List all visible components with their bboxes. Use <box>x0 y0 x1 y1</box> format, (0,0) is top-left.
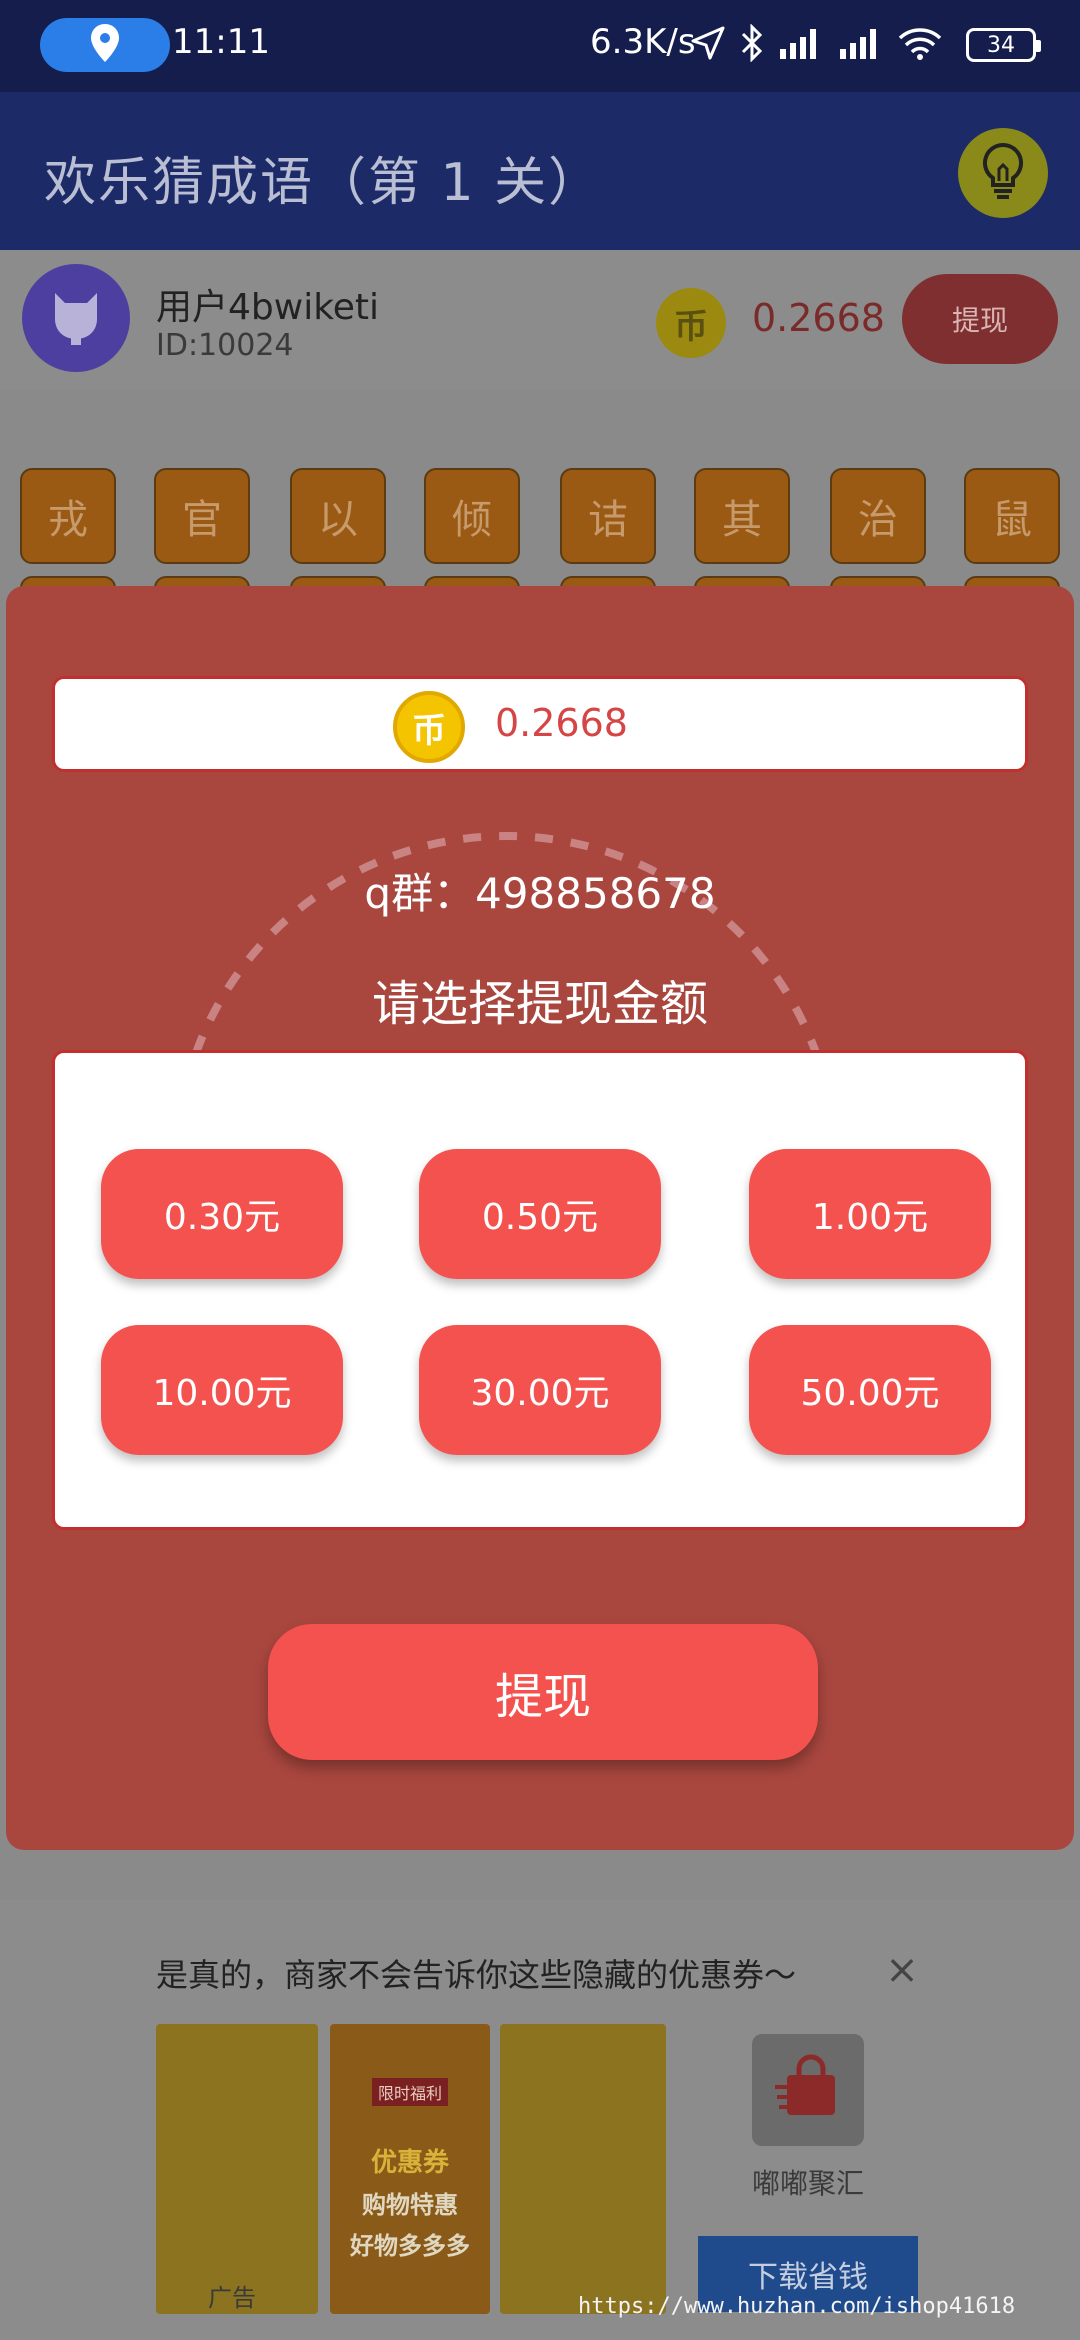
ad-image-text: 购物特惠 <box>362 2190 458 2219</box>
amount-option[interactable]: 30.00元 <box>419 1325 661 1455</box>
bluetooth-icon <box>740 23 764 66</box>
withdraw-modal: 币 0.2668 q群：498858678 请选择提现金额 0.30元 0.50… <box>6 586 1074 1850</box>
lightbulb-icon <box>978 141 1028 205</box>
username: 用户4bwiketi <box>156 287 380 328</box>
close-icon[interactable]: × <box>882 1950 922 1990</box>
status-bar: 11:11 6.3K/s 34 <box>0 0 1080 92</box>
watermark-url: https://www.huzhan.com/ishop41618 <box>578 2294 1016 2319</box>
amount-option[interactable]: 50.00元 <box>749 1325 991 1455</box>
hint-button[interactable] <box>958 128 1048 218</box>
amount-panel: 0.30元 0.50元 1.00元 10.00元 30.00元 50.00元 <box>52 1050 1028 1530</box>
wifi-icon <box>898 26 942 64</box>
ad-label: 广告 <box>208 2284 256 2312</box>
idiom-char-cell[interactable]: 鼠 <box>964 468 1060 564</box>
ad-image-text: 好物多多多 <box>350 2231 470 2260</box>
cat-icon <box>45 285 107 351</box>
clock: 11:11 <box>172 22 270 62</box>
signal-icon <box>838 27 884 63</box>
balance-value: 0.2668 <box>752 296 885 340</box>
app-bar: 欢乐猜成语（第 1 关） <box>0 92 1080 250</box>
ad-text: 是真的，商家不会告诉你这些隐藏的优惠券～ <box>156 1956 797 1994</box>
status-icons <box>690 18 942 72</box>
coin-icon: 币 <box>656 288 726 358</box>
qq-group-text: q群：498858678 <box>364 869 716 918</box>
idiom-char-cell[interactable]: 以 <box>290 468 386 564</box>
idiom-char-cell[interactable]: 戎 <box>20 468 116 564</box>
user-id: ID:10024 <box>156 328 294 363</box>
ad-image[interactable] <box>156 2024 318 2314</box>
withdraw-button-top[interactable]: 提现 <box>902 274 1058 364</box>
choose-amount-label: 请选择提现金额 <box>371 976 708 1032</box>
amount-option[interactable]: 1.00元 <box>749 1149 991 1279</box>
shopping-bag-icon <box>773 2053 843 2127</box>
ad-image[interactable] <box>500 2024 666 2314</box>
amount-option[interactable]: 10.00元 <box>101 1325 343 1455</box>
withdraw-button[interactable]: 提现 <box>268 1624 818 1760</box>
ad-logo <box>752 2034 864 2146</box>
page-title: 欢乐猜成语（第 1 关） <box>44 153 603 213</box>
ad-banner[interactable]: 是真的，商家不会告诉你这些隐藏的优惠券～ × 限时福利 优惠券 购物特惠 好物多… <box>0 1900 1080 2340</box>
ad-image[interactable]: 限时福利 优惠券 购物特惠 好物多多多 <box>330 2024 490 2314</box>
idiom-char-cell[interactable]: 治 <box>830 468 926 564</box>
location-indicator <box>40 18 170 72</box>
idiom-char-cell[interactable]: 倾 <box>424 468 520 564</box>
network-speed: 6.3K/s <box>590 22 696 62</box>
idiom-char-cell[interactable]: 官 <box>154 468 250 564</box>
battery-icon: 34 <box>966 28 1041 62</box>
battery-level: 34 <box>987 32 1015 58</box>
balance-box: 币 0.2668 <box>52 676 1028 772</box>
amount-option[interactable]: 0.30元 <box>101 1149 343 1279</box>
balance-value: 0.2668 <box>495 701 628 745</box>
location-icon <box>90 24 120 66</box>
ad-badge: 限时福利 <box>371 2077 448 2106</box>
idiom-char-cell[interactable]: 诘 <box>560 468 656 564</box>
user-info-row: 用户4bwiketi ID:10024 币 0.2668 提现 <box>0 250 1080 390</box>
signal-icon <box>778 27 824 63</box>
coin-icon: 币 <box>393 691 465 763</box>
navigation-icon <box>690 25 726 65</box>
ad-image-text: 优惠券 <box>370 2147 449 2178</box>
ad-brand: 嘟嘟聚汇 <box>752 2167 865 2200</box>
amount-option[interactable]: 0.50元 <box>419 1149 661 1279</box>
avatar <box>22 264 130 372</box>
idiom-char-cell[interactable]: 其 <box>694 468 790 564</box>
